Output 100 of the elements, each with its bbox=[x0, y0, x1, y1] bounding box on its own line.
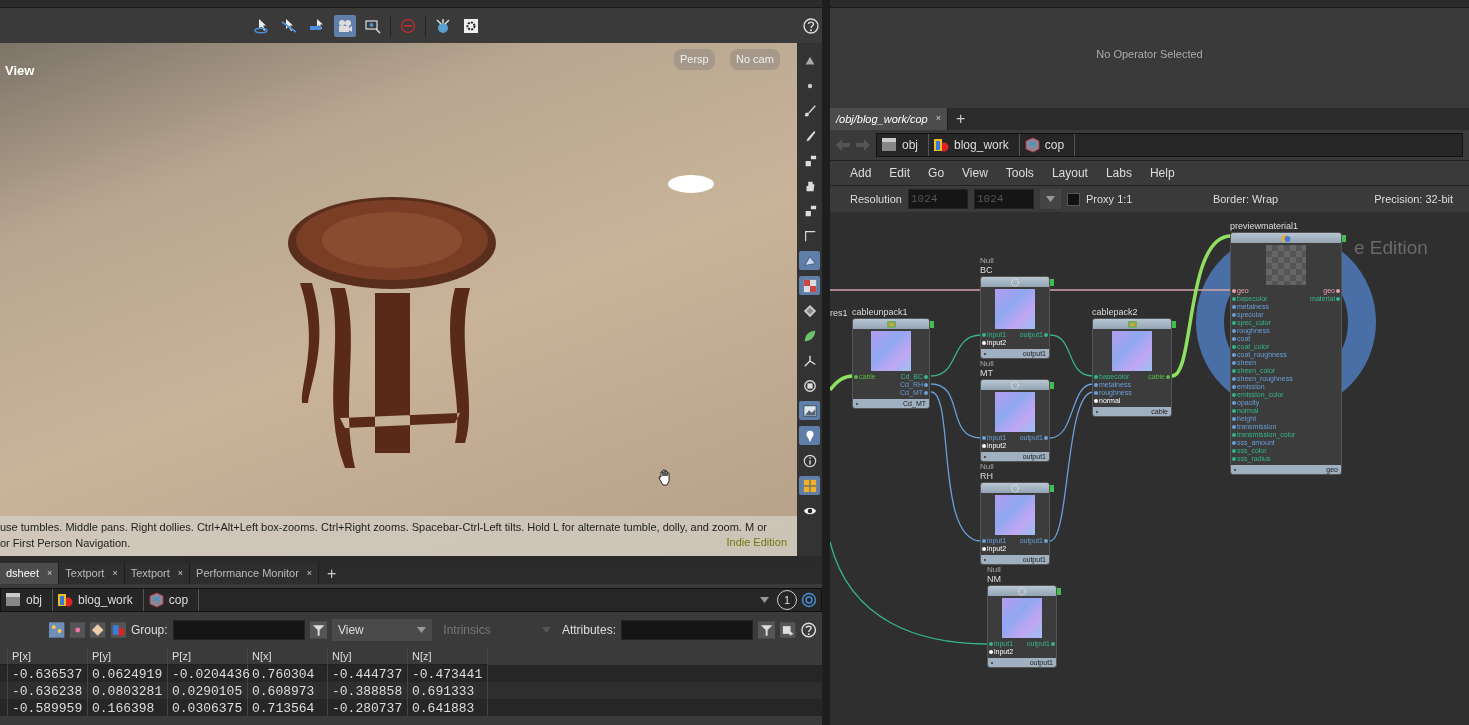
port-dot[interactable] bbox=[1044, 333, 1048, 337]
pin-icon[interactable] bbox=[799, 426, 820, 445]
forward-arrow-icon[interactable] bbox=[856, 139, 870, 151]
path-crumb[interactable]: cop bbox=[143, 589, 200, 611]
view-dropdown[interactable]: View bbox=[331, 619, 433, 641]
attributes-field[interactable] bbox=[620, 620, 753, 640]
node-header[interactable] bbox=[988, 586, 1056, 596]
port-dot[interactable] bbox=[1232, 441, 1236, 445]
close-icon[interactable]: × bbox=[47, 566, 53, 581]
column-header[interactable]: P[x] bbox=[8, 648, 88, 665]
menu-item[interactable]: Edit bbox=[889, 164, 911, 182]
grid-icon[interactable] bbox=[799, 476, 820, 495]
menu-item[interactable]: Go bbox=[928, 164, 945, 182]
port-dot[interactable] bbox=[982, 341, 986, 345]
node-header[interactable] bbox=[981, 380, 1049, 390]
port-dot[interactable] bbox=[1094, 375, 1098, 379]
port-dot[interactable] bbox=[1166, 375, 1170, 379]
node-header[interactable] bbox=[981, 483, 1049, 493]
menu-item[interactable]: View bbox=[962, 164, 988, 182]
path-crumb[interactable]: blog_work bbox=[929, 134, 1020, 156]
port-dot[interactable] bbox=[1232, 353, 1236, 357]
port-dot[interactable] bbox=[1232, 417, 1236, 421]
primitive-icon[interactable] bbox=[90, 622, 106, 638]
port-dot[interactable] bbox=[989, 650, 993, 654]
node-header[interactable] bbox=[1093, 319, 1171, 329]
port-dot[interactable] bbox=[1044, 436, 1048, 440]
column-header[interactable]: P[z] bbox=[168, 648, 248, 665]
close-icon[interactable]: × bbox=[112, 566, 118, 581]
points-icon[interactable] bbox=[49, 622, 65, 638]
port-dot[interactable] bbox=[1232, 337, 1236, 341]
port-dot[interactable] bbox=[1232, 313, 1236, 317]
port-dot[interactable] bbox=[1232, 457, 1236, 461]
node-header[interactable] bbox=[1231, 233, 1341, 243]
path-crumb[interactable]: cop bbox=[1019, 134, 1076, 156]
port-dot[interactable] bbox=[982, 539, 986, 543]
menu-item[interactable]: Add bbox=[850, 164, 872, 182]
proxy-checkbox[interactable] bbox=[1067, 192, 1080, 206]
add-tab-button[interactable]: + bbox=[948, 108, 974, 130]
pane-tab[interactable]: dsheet × bbox=[0, 563, 60, 584]
column-header[interactable]: N[z] bbox=[408, 648, 488, 665]
path-crumb[interactable]: obj bbox=[877, 134, 929, 156]
port-dot[interactable] bbox=[1232, 305, 1236, 309]
menu-item[interactable]: Help bbox=[1149, 164, 1175, 182]
filter-icon[interactable] bbox=[757, 621, 776, 639]
port-dot[interactable] bbox=[1232, 433, 1236, 437]
close-icon[interactable]: × bbox=[177, 566, 184, 581]
port-dot[interactable] bbox=[1232, 409, 1236, 413]
port-dot[interactable] bbox=[1336, 289, 1340, 293]
port-dot[interactable] bbox=[924, 375, 928, 379]
help-icon[interactable] bbox=[800, 622, 816, 638]
port-dot[interactable] bbox=[1094, 383, 1098, 387]
lattice-icon[interactable] bbox=[799, 251, 820, 270]
port-dot[interactable] bbox=[1232, 401, 1236, 405]
help-icon[interactable] bbox=[803, 17, 819, 34]
vertex-icon[interactable] bbox=[69, 622, 86, 638]
checker-icon[interactable] bbox=[799, 276, 820, 295]
port-dot[interactable] bbox=[982, 333, 986, 337]
port-dot[interactable] bbox=[982, 444, 986, 448]
port-dot[interactable] bbox=[1094, 391, 1098, 395]
port-dot[interactable] bbox=[989, 642, 993, 646]
caret-icon[interactable] bbox=[760, 597, 769, 603]
menu-item[interactable]: Labs bbox=[1105, 164, 1132, 182]
shapes-icon[interactable] bbox=[110, 622, 126, 638]
column-header[interactable]: N[x] bbox=[248, 648, 328, 665]
back-arrow-icon[interactable] bbox=[836, 139, 850, 151]
target-icon[interactable] bbox=[801, 592, 817, 608]
port-dot[interactable] bbox=[924, 391, 928, 395]
close-icon[interactable]: × bbox=[935, 112, 941, 126]
port-dot[interactable] bbox=[1232, 321, 1236, 325]
port-dot[interactable] bbox=[982, 436, 986, 440]
node-header[interactable] bbox=[981, 277, 1049, 287]
port-dot[interactable] bbox=[1232, 377, 1236, 381]
port-dot[interactable] bbox=[1232, 369, 1236, 373]
port-dot[interactable] bbox=[1232, 449, 1236, 453]
camera-icon[interactable] bbox=[334, 14, 356, 37]
image-icon[interactable] bbox=[799, 401, 820, 420]
port-dot[interactable] bbox=[982, 547, 986, 551]
port-dot[interactable] bbox=[1232, 393, 1236, 397]
column-header[interactable]: P[y] bbox=[88, 648, 168, 665]
port-dot[interactable] bbox=[1232, 289, 1236, 293]
port-dot[interactable] bbox=[1044, 539, 1048, 543]
group-field[interactable] bbox=[172, 620, 305, 640]
filter-icon[interactable] bbox=[309, 621, 327, 639]
port-dot[interactable] bbox=[1232, 297, 1236, 301]
column-header[interactable]: N[y] bbox=[328, 648, 408, 665]
menu-item[interactable]: Tools bbox=[1005, 164, 1034, 182]
path-crumb[interactable]: obj bbox=[1, 589, 53, 611]
port-dot[interactable] bbox=[1094, 399, 1098, 403]
dropdown-button[interactable] bbox=[1040, 189, 1061, 209]
port-dot[interactable] bbox=[854, 375, 858, 379]
port-dot[interactable] bbox=[924, 383, 928, 387]
port-dot[interactable] bbox=[1051, 642, 1055, 646]
network-tab[interactable]: /obj/blog_work/cop × bbox=[830, 108, 948, 130]
port-dot[interactable] bbox=[1336, 297, 1340, 301]
path-crumb[interactable]: blog_work bbox=[53, 589, 144, 611]
node-header[interactable] bbox=[853, 319, 929, 329]
export-icon[interactable] bbox=[780, 622, 796, 638]
port-dot[interactable] bbox=[1232, 425, 1236, 429]
port-dot[interactable] bbox=[1232, 345, 1236, 349]
network-canvas[interactable] bbox=[830, 212, 1469, 725]
